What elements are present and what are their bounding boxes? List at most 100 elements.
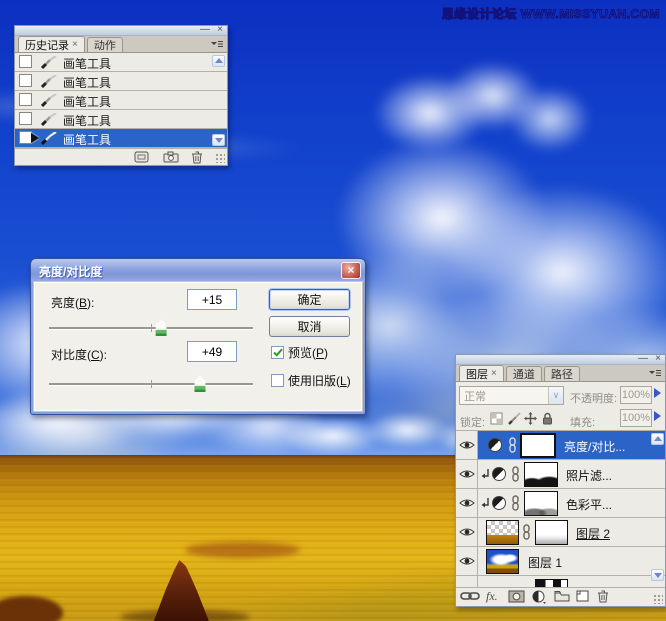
panel-menu-button[interactable] bbox=[209, 38, 225, 50]
layer-row-photo-filter[interactable]: 照片滤... bbox=[456, 460, 665, 489]
layer-row-layer-1[interactable]: 图层 1 bbox=[456, 547, 665, 576]
checkbox-unchecked[interactable] bbox=[271, 374, 284, 387]
checkbox-checked[interactable] bbox=[271, 346, 284, 359]
opacity-value[interactable]: 100% bbox=[620, 386, 652, 404]
layer-thumbnail[interactable] bbox=[486, 520, 519, 545]
close-button[interactable]: × bbox=[217, 24, 223, 36]
preview-checkbox[interactable]: 预览(P) bbox=[271, 344, 328, 361]
tab-paths[interactable]: 路径 bbox=[543, 366, 580, 381]
dialog-title: 亮度/对比度 bbox=[39, 265, 103, 279]
delete-layer-button[interactable] bbox=[597, 590, 609, 603]
lock-paint-icon[interactable] bbox=[508, 412, 521, 425]
panel-menu-button[interactable] bbox=[647, 367, 663, 379]
tab-layers[interactable]: 图层 × bbox=[459, 365, 504, 381]
new-adjustment-layer-button[interactable] bbox=[532, 590, 546, 604]
contrast-slider[interactable] bbox=[49, 375, 253, 392]
history-source-checkbox[interactable] bbox=[19, 74, 32, 87]
blend-mode-select[interactable]: 正常 ∨ bbox=[459, 386, 564, 405]
fill-value[interactable]: 100% bbox=[620, 409, 652, 427]
opacity-slider-arrow[interactable] bbox=[654, 388, 666, 398]
layer-row-color-balance[interactable]: 色彩平... bbox=[456, 489, 665, 518]
history-source-checkbox[interactable] bbox=[19, 112, 32, 125]
fill-label: 填充: bbox=[570, 417, 596, 429]
trash-icon bbox=[598, 590, 608, 603]
close-button[interactable]: × bbox=[655, 353, 661, 365]
visibility-toggle[interactable] bbox=[456, 547, 478, 575]
panel-menu-icon bbox=[649, 370, 661, 376]
use-legacy-checkbox[interactable]: 使用旧版(L) bbox=[271, 372, 351, 389]
link-icon bbox=[512, 495, 519, 511]
link-layers-button[interactable] bbox=[460, 590, 480, 602]
dialog-close-button[interactable]: × bbox=[341, 262, 361, 279]
tab-close-icon[interactable]: × bbox=[72, 39, 78, 50]
watermark-text: 思缘设计论坛 WWW.MISSYUAN.COM bbox=[441, 7, 660, 22]
lock-position-icon[interactable] bbox=[524, 412, 537, 425]
layer-row-partial[interactable] bbox=[456, 576, 665, 587]
scroll-up-button[interactable] bbox=[651, 433, 664, 445]
cancel-button[interactable]: 取消 bbox=[269, 316, 350, 337]
layer-row-brightness-contrast[interactable]: 亮度/对比... bbox=[456, 431, 665, 460]
link-icon bbox=[509, 437, 516, 453]
tab-close-icon[interactable]: × bbox=[491, 368, 497, 379]
lock-all-icon[interactable] bbox=[542, 412, 553, 425]
layer-thumbnail[interactable] bbox=[535, 579, 568, 587]
resize-grip[interactable] bbox=[653, 594, 663, 604]
dropdown-arrow-icon[interactable]: ∨ bbox=[548, 387, 563, 404]
eye-icon bbox=[458, 557, 475, 565]
add-layer-mask-button[interactable] bbox=[508, 590, 525, 603]
visibility-toggle[interactable] bbox=[456, 460, 478, 488]
brightness-slider-thumb[interactable] bbox=[155, 319, 167, 336]
lock-row: 锁定: 填充: 100% bbox=[456, 406, 665, 431]
new-group-button[interactable] bbox=[554, 590, 570, 602]
contrast-slider-thumb[interactable] bbox=[194, 375, 206, 392]
layer-mask-thumbnail[interactable] bbox=[535, 520, 568, 545]
eye-icon bbox=[458, 528, 475, 536]
visibility-toggle[interactable] bbox=[456, 576, 478, 587]
tab-channels[interactable]: 通道 bbox=[505, 366, 542, 381]
resize-grip[interactable] bbox=[215, 153, 225, 163]
history-row[interactable]: 画笔工具 bbox=[15, 72, 227, 91]
layer-mask-thumbnail[interactable] bbox=[524, 462, 558, 487]
visibility-toggle[interactable] bbox=[456, 518, 478, 546]
history-row[interactable]: 画笔工具 bbox=[15, 110, 227, 129]
new-layer-icon bbox=[576, 590, 589, 602]
dialog-titlebar[interactable]: 亮度/对比度 × bbox=[31, 259, 365, 282]
scroll-down-button[interactable] bbox=[212, 134, 225, 146]
new-snapshot-button[interactable] bbox=[163, 151, 179, 163]
scroll-down-button[interactable] bbox=[651, 569, 664, 581]
fill-slider-arrow[interactable] bbox=[654, 411, 666, 421]
adjustment-layer-icon bbox=[492, 496, 506, 510]
photoshop-canvas: 思缘设计论坛 WWW.MISSYUAN.COM — × 历史记录 × 动作 画笔… bbox=[0, 0, 666, 621]
slider-center-tick bbox=[151, 324, 152, 332]
visibility-toggle[interactable] bbox=[456, 431, 478, 459]
brightness-slider[interactable] bbox=[49, 319, 253, 336]
visibility-toggle[interactable] bbox=[456, 489, 478, 517]
minimize-button[interactable]: — bbox=[638, 353, 648, 365]
layer-thumbnail[interactable] bbox=[486, 549, 519, 574]
brightness-input[interactable] bbox=[187, 289, 237, 310]
layer-style-button[interactable]: fx. bbox=[486, 589, 498, 604]
history-source-checkbox[interactable] bbox=[19, 55, 32, 68]
layer-row-layer-2[interactable]: 图层 2 bbox=[456, 518, 665, 547]
new-layer-button[interactable] bbox=[576, 590, 589, 602]
contrast-label: 对比度(C): bbox=[51, 348, 108, 362]
delete-state-button[interactable] bbox=[191, 151, 203, 164]
layer-mask-thumbnail[interactable] bbox=[520, 433, 556, 458]
layers-titlebar[interactable]: — × bbox=[456, 353, 665, 365]
lock-transparency-icon[interactable] bbox=[490, 412, 503, 425]
tab-history[interactable]: 历史记录 × bbox=[18, 36, 85, 52]
history-row[interactable]: 画笔工具 bbox=[15, 53, 227, 72]
link-icon bbox=[512, 466, 519, 482]
tab-actions[interactable]: 动作 bbox=[86, 37, 123, 52]
use-legacy-label: 使用旧版(L) bbox=[288, 374, 351, 388]
new-document-from-state-button[interactable] bbox=[134, 151, 149, 163]
history-row[interactable]: 画笔工具 bbox=[15, 91, 227, 110]
layer-mask-thumbnail[interactable] bbox=[524, 491, 558, 516]
history-titlebar[interactable]: — × bbox=[15, 24, 227, 36]
minimize-button[interactable]: — bbox=[200, 24, 210, 36]
scroll-up-button[interactable] bbox=[212, 55, 225, 67]
ok-button[interactable]: 确定 bbox=[269, 289, 350, 310]
history-row-selected[interactable]: 画笔工具 bbox=[15, 129, 227, 148]
contrast-input[interactable] bbox=[187, 341, 237, 362]
history-source-checkbox[interactable] bbox=[19, 93, 32, 106]
